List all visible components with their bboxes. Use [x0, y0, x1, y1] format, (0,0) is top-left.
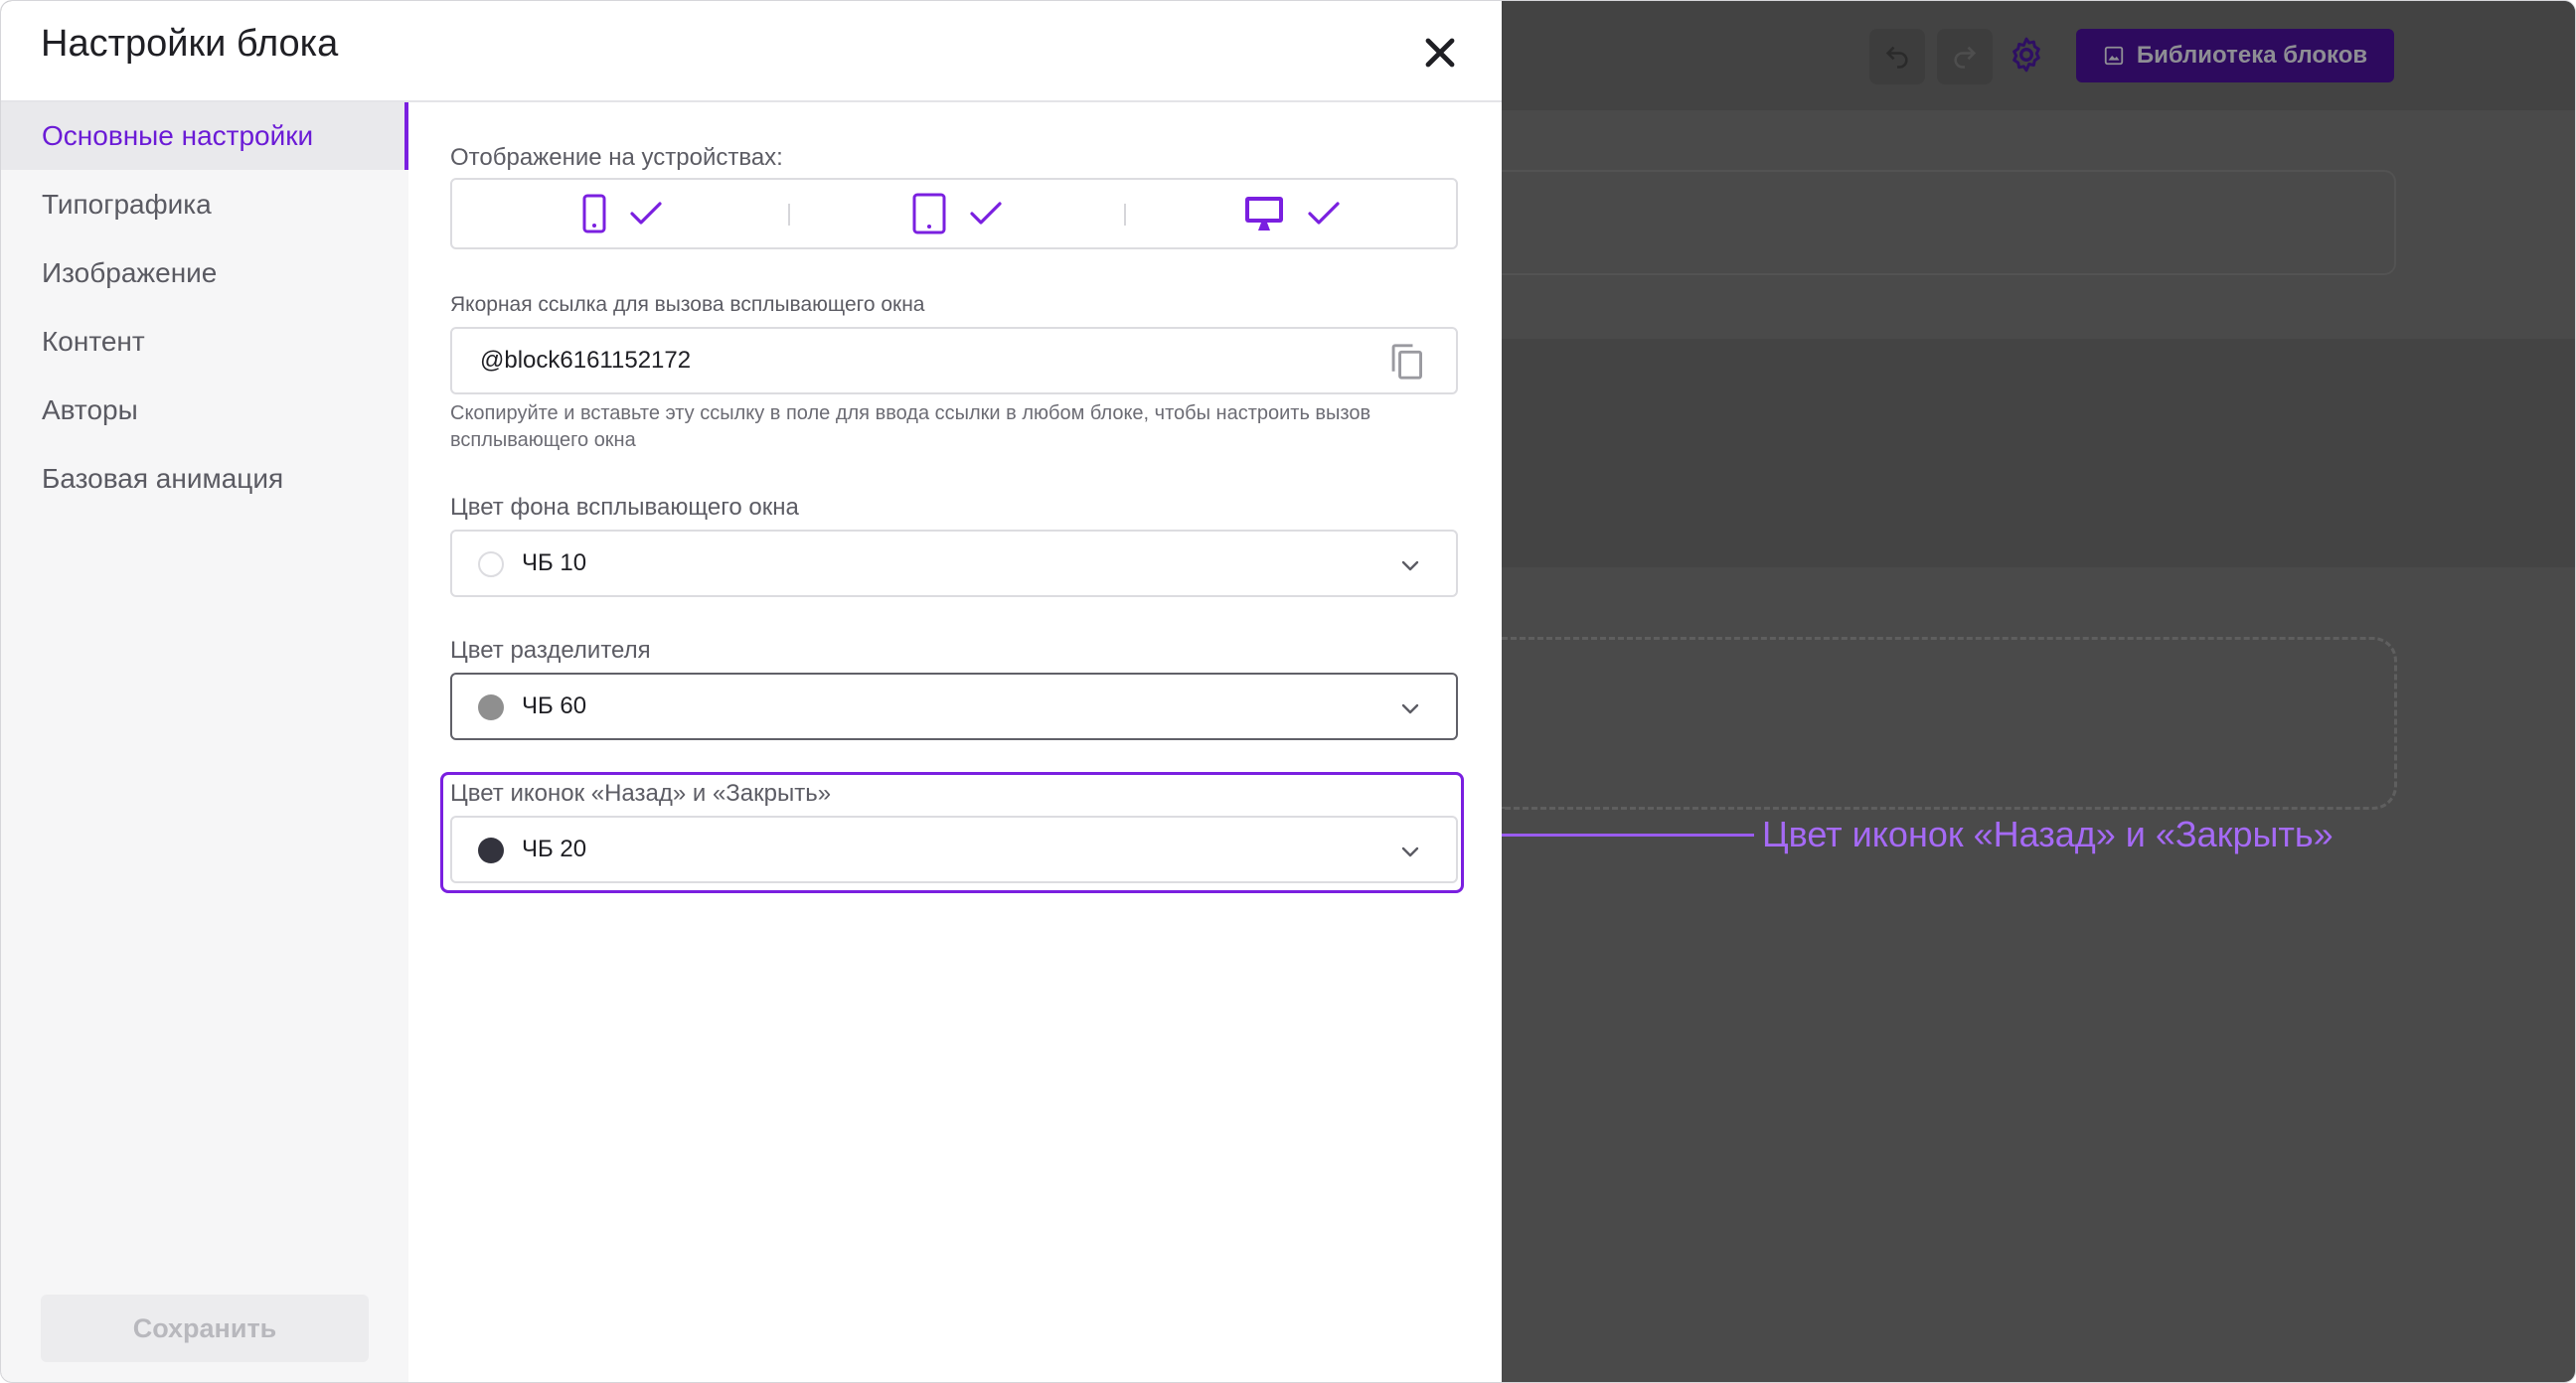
- settings-sidebar: Основные настройки Типографика Изображен…: [1, 102, 408, 1382]
- redo-icon: [1954, 46, 1977, 69]
- device-tablet-toggle[interactable]: [911, 180, 1003, 247]
- color-swatch: [478, 694, 504, 720]
- settings-content: Отображение на устройствах: Якорная ссыл…: [408, 102, 1502, 1382]
- anchor-link-value: @block6161152172: [480, 347, 692, 374]
- block-library-label: Библиотека блоков: [2136, 42, 2368, 69]
- device-phone-toggle[interactable]: [581, 180, 663, 247]
- copy-icon[interactable]: [1386, 341, 1426, 383]
- gear-icon[interactable]: [2007, 35, 2046, 75]
- modal-title: Настройки блока: [41, 23, 339, 65]
- check-icon: [970, 202, 1002, 225]
- anchor-link-hint: Скопируйте и вставьте эту ссылку в поле …: [450, 402, 1371, 451]
- sidebar-item-content[interactable]: Контент: [1, 308, 408, 376]
- annotation-highlight-box: [440, 772, 1464, 893]
- tablet-icon: [912, 193, 946, 234]
- close-icon[interactable]: [1416, 29, 1464, 77]
- save-button[interactable]: Сохранить: [41, 1295, 369, 1362]
- anchor-link-field[interactable]: @block6161152172: [450, 327, 1458, 394]
- chevron-down-icon: [1401, 560, 1419, 571]
- device-separator: [1124, 204, 1126, 226]
- modal-header: Настройки блока: [1, 1, 1502, 102]
- color-swatch: [478, 551, 504, 577]
- sidebar-item-authors[interactable]: Авторы: [1, 377, 408, 444]
- block-settings-modal: Настройки блока Основные настройки Типог…: [1, 1, 1502, 1382]
- divider-color-label: Цвет разделителя: [450, 637, 651, 664]
- phone-icon: [582, 194, 606, 233]
- anchor-link-label: Якорная ссылка для вызова всплывающего о…: [450, 293, 925, 316]
- undo-button[interactable]: [1869, 29, 1925, 84]
- chevron-down-icon: [1401, 703, 1419, 714]
- image-icon: [2104, 46, 2123, 66]
- bg-color-value: ЧБ 10: [522, 549, 587, 576]
- annotation-line: [1488, 834, 1754, 837]
- editor-block: [1502, 170, 2396, 275]
- redo-button[interactable]: [1937, 29, 1993, 84]
- devices-label: Отображение на устройствах:: [450, 144, 783, 171]
- bg-color-select[interactable]: ЧБ 10: [450, 530, 1458, 597]
- annotation-text: Цвет иконок «Назад» и «Закрыть»: [1762, 814, 2334, 854]
- sidebar-item-image[interactable]: Изображение: [1, 239, 408, 307]
- divider-color-value: ЧБ 60: [522, 692, 587, 719]
- editor-toolbar: Библиотека блоков: [1502, 1, 2575, 110]
- sidebar-item-base-animation[interactable]: Базовая анимация: [1, 445, 408, 513]
- editor-section: [1502, 339, 2575, 567]
- editor-drop-zone: [1502, 637, 2397, 810]
- undo-icon: [1885, 46, 1908, 69]
- bg-color-label: Цвет фона всплывающего окна: [450, 494, 799, 521]
- block-library-button[interactable]: Библиотека блоков: [2076, 29, 2394, 82]
- sidebar-item-basic-settings[interactable]: Основные настройки: [1, 102, 408, 170]
- device-separator: [788, 204, 790, 226]
- divider-color-select[interactable]: ЧБ 60: [450, 673, 1458, 740]
- check-icon: [630, 202, 662, 225]
- check-icon: [1308, 202, 1340, 225]
- device-desktop-toggle[interactable]: [1243, 180, 1341, 247]
- sidebar-item-typography[interactable]: Типографика: [1, 171, 408, 238]
- screen-frame: Библиотека блоков Цвет иконок «Назад» и …: [0, 0, 2576, 1383]
- device-visibility-toggle: [450, 178, 1458, 249]
- desktop-icon: [1245, 197, 1283, 230]
